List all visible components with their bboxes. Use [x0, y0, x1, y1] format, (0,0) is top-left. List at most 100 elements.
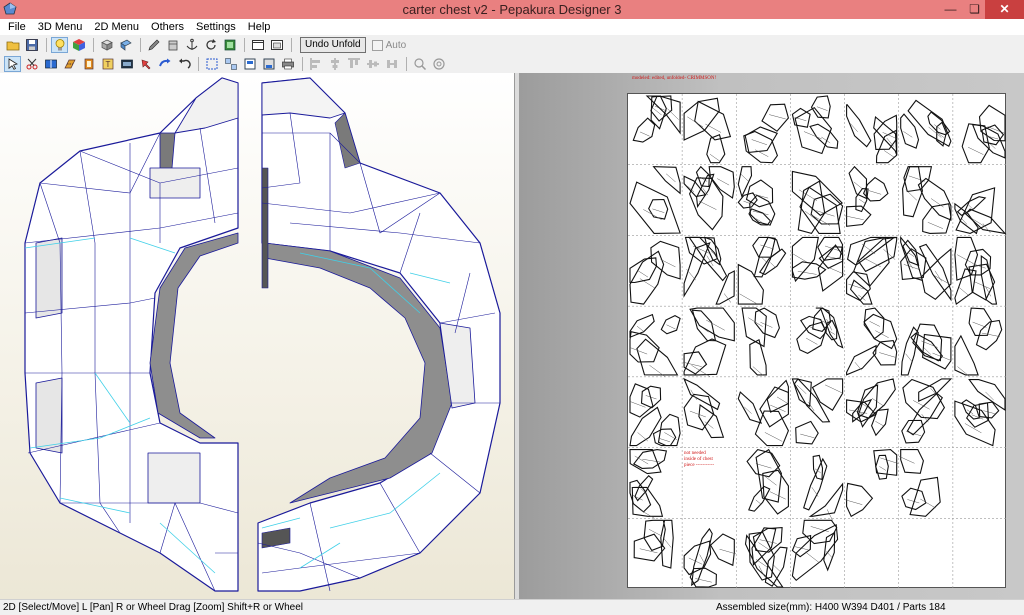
align-left-icon[interactable]	[307, 56, 324, 72]
auto-checkbox-box[interactable]	[371, 39, 383, 51]
unfolded-part[interactable]	[954, 236, 979, 281]
unfolded-part[interactable]	[917, 177, 952, 221]
unfolded-part[interactable]	[766, 379, 789, 413]
unfolded-part[interactable]	[920, 247, 952, 301]
unfolded-part[interactable]	[629, 181, 681, 234]
unfolded-part[interactable]	[636, 338, 679, 376]
unfolded-part-group[interactable]	[683, 527, 736, 588]
unfolded-part[interactable]	[737, 263, 764, 305]
unfolded-part-group[interactable]	[791, 236, 846, 292]
unfolded-part[interactable]	[811, 378, 844, 411]
unfolded-part[interactable]	[761, 103, 790, 132]
unfolded-part-group[interactable]	[900, 99, 952, 149]
menu-others[interactable]: Others	[145, 19, 190, 35]
unfolded-part[interactable]	[955, 187, 996, 234]
texture-icon[interactable]: T	[99, 56, 116, 72]
unfolded-part[interactable]	[791, 236, 819, 283]
unfolded-part[interactable]	[810, 95, 831, 119]
unfolded-part[interactable]	[954, 268, 977, 306]
unfolded-part[interactable]	[803, 457, 828, 511]
unfolded-part[interactable]	[791, 170, 843, 216]
unfolded-part[interactable]	[846, 271, 871, 302]
undo-icon[interactable]	[175, 56, 192, 72]
unfolded-part-group[interactable]	[629, 313, 681, 377]
unfolded-part[interactable]	[650, 240, 681, 280]
fold-icon[interactable]	[61, 56, 78, 72]
unfolded-part[interactable]	[683, 97, 720, 141]
zoom-in-icon[interactable]	[430, 56, 447, 72]
close-button[interactable]: ✕	[985, 0, 1024, 19]
menu-file[interactable]: File	[2, 19, 32, 35]
unfolded-part-group[interactable]	[791, 378, 844, 445]
unfolded-part[interactable]	[901, 487, 927, 511]
unfolded-part[interactable]	[909, 476, 941, 517]
align-middle-icon[interactable]	[364, 56, 381, 72]
unfolded-part[interactable]	[846, 482, 874, 518]
unfolded-part[interactable]	[743, 130, 779, 164]
unfolded-parts-layout[interactable]	[628, 94, 1007, 589]
unfolded-part[interactable]	[755, 448, 782, 503]
unfolded-part[interactable]	[652, 166, 681, 195]
unfolded-part-group[interactable]	[846, 236, 898, 305]
unfolded-part[interactable]	[691, 309, 717, 342]
unfolded-part-group[interactable]	[629, 449, 668, 519]
unfolded-part[interactable]	[802, 519, 838, 545]
unfolded-part[interactable]	[737, 166, 753, 198]
unfolded-part[interactable]	[754, 307, 780, 339]
unfolded-part-group[interactable]	[844, 165, 889, 227]
flap-icon[interactable]	[80, 56, 97, 72]
unfolded-part-group[interactable]	[683, 236, 735, 305]
rotate-icon[interactable]	[202, 37, 219, 53]
page-icon[interactable]	[241, 56, 258, 72]
box-icon[interactable]	[164, 37, 181, 53]
unfolded-part-group[interactable]	[629, 166, 681, 234]
unfolded-part-group[interactable]	[629, 383, 681, 447]
unfolded-part-group[interactable]	[633, 519, 674, 569]
window-split-icon[interactable]	[268, 37, 285, 53]
cube-rotate-icon[interactable]	[98, 37, 115, 53]
unfolded-part-group[interactable]	[796, 307, 844, 355]
unfolded-part-group[interactable]	[954, 379, 1006, 447]
unfolded-part-group[interactable]	[683, 307, 735, 377]
pattern-2d-view[interactable]: modeled: edited, unfolded- CRIMMSON! not…	[519, 73, 1024, 599]
unfolded-part-group[interactable]	[900, 235, 952, 302]
unfolded-part-group[interactable]	[900, 323, 952, 376]
unfolded-part[interactable]	[900, 449, 924, 474]
unfolded-part[interactable]	[634, 475, 654, 502]
unfolded-part[interactable]	[954, 334, 979, 376]
unfolded-part-group[interactable]	[902, 166, 952, 234]
chest-armor-3d-model[interactable]	[0, 73, 515, 599]
unfolded-part[interactable]	[648, 198, 669, 220]
layout-icon[interactable]	[222, 56, 239, 72]
unfolded-part[interactable]	[846, 344, 877, 376]
unfolded-part-group[interactable]	[954, 307, 1003, 377]
unfolded-part[interactable]	[683, 338, 727, 376]
unfolded-part-group[interactable]	[844, 449, 899, 518]
maximize-button[interactable]: ❏	[961, 0, 988, 19]
select-icon[interactable]	[4, 56, 21, 72]
unfolded-part[interactable]	[632, 449, 668, 469]
unfolded-part[interactable]	[954, 400, 996, 447]
unfolded-part-group[interactable]	[737, 236, 787, 305]
unfolded-part-group[interactable]	[898, 449, 941, 517]
join-icon[interactable]	[42, 56, 59, 72]
unfolded-part[interactable]	[846, 104, 872, 148]
edit-pencil-icon[interactable]	[145, 37, 162, 53]
unfolded-part-group[interactable]	[954, 187, 1007, 235]
unfolded-part[interactable]	[906, 392, 944, 436]
printer-icon[interactable]	[279, 56, 296, 72]
unfolded-part-group[interactable]	[803, 454, 844, 521]
unfolded-part[interactable]	[902, 239, 920, 267]
unfolded-part-group[interactable]	[741, 307, 780, 376]
unfolded-part-group[interactable]	[743, 103, 790, 164]
minimize-button[interactable]: —	[937, 0, 964, 19]
unfolded-part[interactable]	[660, 314, 681, 335]
unfolded-part[interactable]	[809, 123, 839, 149]
cube-color-icon[interactable]	[70, 37, 87, 53]
pattern-sheet[interactable]	[627, 93, 1007, 589]
unfolded-part[interactable]	[846, 205, 872, 227]
unfolded-part[interactable]	[791, 534, 812, 558]
unfolded-part-group[interactable]	[961, 104, 1006, 164]
grid-icon[interactable]	[203, 56, 220, 72]
distribute-icon[interactable]	[383, 56, 400, 72]
